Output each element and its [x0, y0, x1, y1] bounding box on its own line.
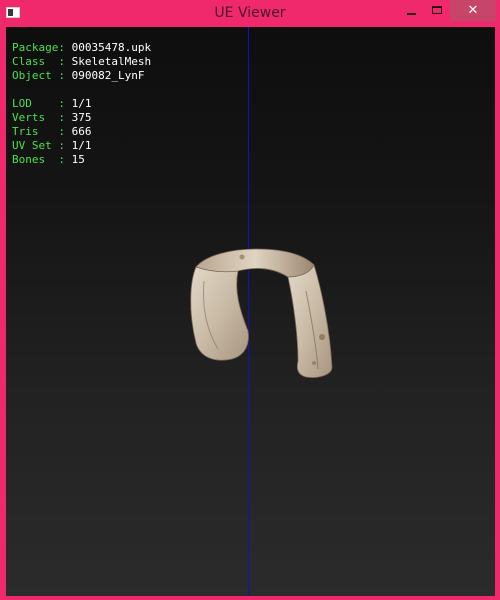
maximize-button[interactable] [424, 0, 450, 21]
info-label: UV Set : [12, 139, 65, 152]
minimize-icon [407, 13, 416, 15]
scarf-right-drape [287, 263, 333, 378]
info-value: SkeletalMesh [71, 55, 152, 68]
info-value: 15 [71, 153, 85, 166]
3d-viewport[interactable]: Package: 00035478.upk Class : SkeletalMe… [6, 27, 495, 596]
scarf-stain [312, 361, 316, 365]
info-label: Tris : [12, 125, 65, 138]
info-row-class: Class : SkeletalMesh [12, 55, 151, 69]
info-value: 666 [71, 125, 92, 138]
info-row-verts: Verts : 375 [12, 111, 151, 125]
info-label: LOD : [12, 97, 65, 110]
scarf-stain [239, 254, 245, 260]
info-row-package: Package: 00035478.upk [12, 41, 151, 55]
scarf-mesh[interactable] [182, 241, 342, 381]
info-value: 090082_LynF [71, 69, 145, 82]
info-label: Verts : [12, 111, 65, 124]
info-row-lod: LOD : 1/1 [12, 97, 151, 111]
close-icon: ✕ [467, 3, 479, 18]
info-label: Bones : [12, 153, 65, 166]
scarf-left-drape [190, 266, 249, 361]
maximize-icon [432, 6, 442, 14]
info-row-object: Object : 090082_LynF [12, 69, 151, 83]
minimize-button[interactable] [398, 0, 424, 21]
info-value: 1/1 [71, 139, 92, 152]
info-label: Class : [12, 55, 65, 68]
mesh-info-overlay: Package: 00035478.upk Class : SkeletalMe… [12, 41, 151, 167]
info-label: Object : [12, 69, 65, 82]
info-row-uvset: UV Set : 1/1 [12, 139, 151, 153]
info-row-tris: Tris : 666 [12, 125, 151, 139]
info-row-bones: Bones : 15 [12, 153, 151, 167]
scarf-stain [319, 334, 325, 340]
close-button[interactable]: ✕ [450, 0, 496, 21]
info-value: 1/1 [71, 97, 92, 110]
app-window: UE Viewer ✕ Package: 00035478.upk Class … [0, 0, 500, 600]
info-value: 00035478.upk [71, 41, 152, 54]
info-label: Package: [12, 41, 65, 54]
info-value: 375 [71, 111, 92, 124]
title-bar[interactable]: UE Viewer ✕ [0, 0, 500, 26]
